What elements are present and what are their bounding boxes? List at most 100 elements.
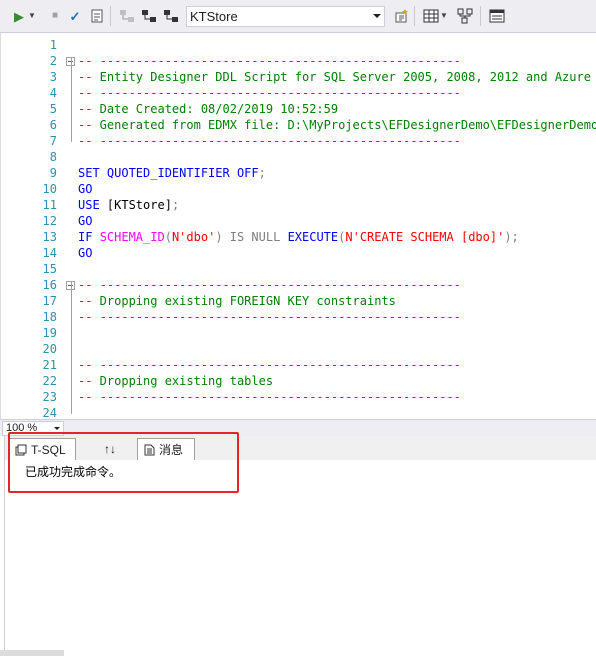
code-line[interactable]: 13 IF SCHEMA_ID(N'dbo') IS NULL EXECUTE(N… bbox=[1, 229, 596, 245]
code-text: -- -------------------------------------… bbox=[78, 133, 461, 149]
line-number: 10 bbox=[42, 182, 57, 196]
line-number: 18 bbox=[42, 310, 57, 324]
ssms-window: { "toolbar": { "execute_icon": "play-ico… bbox=[0, 0, 596, 656]
code-token: GO bbox=[78, 246, 93, 260]
code-line[interactable]: 4 -- ------------------------------------… bbox=[1, 85, 596, 101]
code-text: -- -------------------------------------… bbox=[78, 309, 461, 325]
toolbar-separator bbox=[480, 6, 481, 26]
line-number: 4 bbox=[49, 86, 57, 100]
code-line[interactable]: 7 -- ------------------------------------… bbox=[1, 133, 596, 149]
code-line[interactable]: 18 -- -----------------------------------… bbox=[1, 309, 596, 325]
code-token: EXECUTE bbox=[287, 230, 339, 244]
query-toolbar: ▶ ▼ ■ ✓ KTStore ▼ bbox=[0, 0, 596, 33]
toggle-results-pane-icon[interactable] bbox=[488, 6, 506, 26]
code-text: -- -------------------------------------… bbox=[78, 53, 461, 69]
code-line[interactable]: 21 -- -----------------------------------… bbox=[1, 357, 596, 373]
code-token: GO bbox=[78, 182, 93, 196]
code-token: -- -------------------------------------… bbox=[78, 358, 461, 372]
code-token: -- Entity Designer DDL Script for SQL Se… bbox=[78, 70, 591, 84]
code-token: ( bbox=[164, 230, 172, 244]
line-number: 24 bbox=[42, 406, 57, 419]
code-text: -- -------------------------------------… bbox=[78, 389, 461, 405]
connect-icon[interactable] bbox=[118, 6, 136, 26]
code-token: N'CREATE SCHEMA [dbo]' bbox=[345, 230, 505, 244]
code-line[interactable]: 6 -- Generated from EDMX file: D:\MyProje… bbox=[1, 117, 596, 133]
code-text: -- Dropping existing FOREIGN KEY constra… bbox=[78, 293, 396, 309]
code-line[interactable]: 5 -- Date Created: 08/02/2019 10:52:59 bbox=[1, 101, 596, 117]
code-token: ) IS NULL bbox=[215, 230, 288, 244]
sql-editor[interactable]: 1 2 -- -----------------------------------… bbox=[0, 33, 596, 419]
code-token: IF bbox=[78, 230, 100, 244]
line-number: 2 bbox=[49, 54, 57, 68]
line-number: 19 bbox=[42, 326, 57, 340]
code-line[interactable]: 11 USE [KTStore]; bbox=[1, 197, 596, 213]
code-line[interactable]: 3 -- Entity Designer DDL Script for SQL S… bbox=[1, 69, 596, 85]
database-select[interactable]: KTStore bbox=[186, 6, 385, 27]
code-token: -- Dropping existing FOREIGN KEY constra… bbox=[78, 294, 396, 308]
code-line[interactable]: 2 -- ------------------------------------… bbox=[1, 53, 596, 69]
line-number: 1 bbox=[49, 38, 57, 52]
line-number: 7 bbox=[49, 134, 57, 148]
execute-dropdown-chevron-icon[interactable]: ▼ bbox=[26, 6, 38, 26]
code-line[interactable]: 14 GO bbox=[1, 245, 596, 261]
code-token: [KTStore] bbox=[99, 198, 172, 212]
results-dropdown-chevron-icon[interactable]: ▼ bbox=[438, 6, 450, 26]
stop-icon[interactable]: ■ bbox=[46, 6, 64, 26]
line-number: 17 bbox=[42, 294, 57, 308]
code-text: GO bbox=[78, 245, 92, 261]
change-connection-icon[interactable] bbox=[140, 6, 158, 26]
code-line[interactable]: 19 bbox=[1, 325, 596, 341]
code-token: -- Generated from EDMX file: D:\MyProjec… bbox=[78, 118, 596, 132]
line-number: 12 bbox=[42, 214, 57, 228]
line-number: 16 bbox=[42, 278, 57, 292]
line-number: 13 bbox=[42, 230, 57, 244]
code-text: GO bbox=[78, 181, 92, 197]
code-token: -- Dropping existing tables bbox=[78, 374, 274, 388]
code-text: -- Date Created: 08/02/2019 10:52:59 bbox=[78, 101, 338, 117]
code-line[interactable]: 16 -- -----------------------------------… bbox=[1, 277, 596, 293]
line-number: 9 bbox=[49, 166, 57, 180]
fold-guide bbox=[71, 282, 72, 414]
code-line[interactable]: 12 GO bbox=[1, 213, 596, 229]
chevron-down-icon bbox=[54, 427, 60, 430]
code-text: -- -------------------------------------… bbox=[78, 357, 461, 373]
new-query-star-icon[interactable] bbox=[392, 6, 410, 26]
toolbar-separator bbox=[110, 6, 111, 26]
line-number: 20 bbox=[42, 342, 57, 356]
code-text: -- Generated from EDMX file: D:\MyProjec… bbox=[78, 117, 596, 133]
code-token: SET QUOTED_IDENTIFIER OFF bbox=[78, 166, 259, 180]
code-text: USE [KTStore]; bbox=[78, 197, 179, 213]
line-number: 23 bbox=[42, 390, 57, 404]
parse-check-icon[interactable]: ✓ bbox=[66, 6, 84, 26]
code-line[interactable]: 15 bbox=[1, 261, 596, 277]
code-token: ; bbox=[258, 166, 266, 180]
database-select-value: KTStore bbox=[190, 9, 238, 24]
code-token: GO bbox=[78, 214, 93, 228]
code-token: ); bbox=[504, 230, 519, 244]
code-line[interactable]: 17 -- Dropping existing FOREIGN KEY const… bbox=[1, 293, 596, 309]
query-options-icon[interactable] bbox=[456, 6, 474, 26]
code-text: -- Dropping existing tables bbox=[78, 373, 273, 389]
code-line[interactable]: 24 bbox=[1, 405, 596, 419]
code-line[interactable]: 8 bbox=[1, 149, 596, 165]
code-line[interactable]: 9 SET QUOTED_IDENTIFIER OFF; bbox=[1, 165, 596, 181]
line-number: 8 bbox=[49, 150, 57, 164]
line-number: 5 bbox=[49, 102, 57, 116]
code-line[interactable]: 22 -- Dropping existing tables bbox=[1, 373, 596, 389]
code-line[interactable]: 20 bbox=[1, 341, 596, 357]
code-text: IF SCHEMA_ID(N'dbo') IS NULL EXECUTE(N'C… bbox=[78, 229, 519, 245]
code-token: SCHEMA_ID bbox=[99, 230, 165, 244]
toolbar-separator bbox=[414, 6, 415, 26]
code-token: N'dbo' bbox=[171, 230, 216, 244]
line-number: 6 bbox=[49, 118, 57, 132]
display-plan-icon[interactable] bbox=[88, 6, 106, 26]
code-token: -- Date Created: 08/02/2019 10:52:59 bbox=[78, 102, 339, 116]
line-number: 3 bbox=[49, 70, 57, 84]
code-line[interactable]: 23 -- -----------------------------------… bbox=[1, 389, 596, 405]
code-line[interactable]: 1 bbox=[1, 37, 596, 53]
code-line[interactable]: 10 GO bbox=[1, 181, 596, 197]
horizontal-scrollbar[interactable] bbox=[0, 650, 64, 656]
line-number: 11 bbox=[42, 198, 57, 212]
available-databases-icon[interactable] bbox=[162, 6, 180, 26]
code-token: -- -------------------------------------… bbox=[78, 54, 461, 68]
